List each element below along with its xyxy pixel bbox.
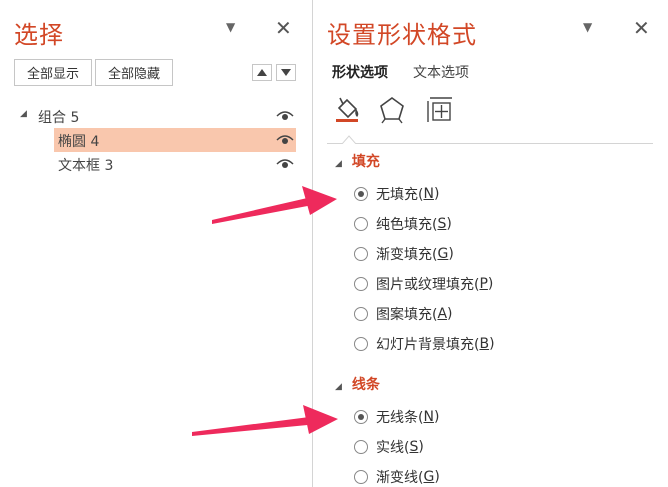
pane-options-icon[interactable]: ▼ — [226, 20, 235, 34]
line-section-header[interactable]: ◢ 线条 — [335, 374, 380, 394]
tree-item-label: 组合 5 — [38, 110, 80, 126]
collapse-triangle-icon: ◢ — [335, 159, 342, 169]
picture-texture-fill-radio[interactable]: 图片或纹理填充(P) — [354, 273, 493, 295]
tab-separator — [327, 143, 653, 144]
radio-button[interactable] — [354, 187, 368, 201]
line-heading: 线条 — [351, 377, 380, 393]
tree-item-label: 椭圆 4 — [58, 134, 100, 150]
selection-pane: 选择 ▼ ✕ 全部显示 全部隐藏 ◢ 组合 5 椭圆 4 文本框 3 — [0, 0, 312, 487]
radio-button[interactable] — [354, 217, 368, 231]
close-icon[interactable]: ✕ — [275, 18, 292, 38]
collapse-triangle-icon: ◢ — [335, 382, 342, 392]
format-pane-title: 设置形状格式 — [327, 21, 477, 49]
collapse-triangle-icon[interactable]: ◢ — [20, 109, 27, 119]
close-icon[interactable]: ✕ — [633, 18, 650, 38]
tree-item-group[interactable]: ◢ 组合 5 — [0, 104, 312, 128]
format-shape-pane: 设置形状格式 ▼ ✕ 形状选项 文本选项 ◢ 填充 无填充(N) 纯色填充(S) — [313, 0, 668, 487]
tab-shape-options[interactable]: 形状选项 — [332, 62, 388, 82]
radio-button[interactable] — [354, 337, 368, 351]
eye-icon[interactable] — [276, 134, 294, 145]
tab-text-options[interactable]: 文本选项 — [413, 62, 469, 82]
gradient-line-radio[interactable]: 渐变线(G) — [354, 466, 440, 487]
solid-fill-radio[interactable]: 纯色填充(S) — [354, 213, 452, 235]
hide-all-button[interactable]: 全部隐藏 — [95, 59, 173, 86]
slide-background-fill-radio[interactable]: 幻灯片背景填充(B) — [354, 333, 495, 355]
radio-button[interactable] — [354, 277, 368, 291]
fill-heading: 填充 — [351, 154, 380, 170]
arrow-down-icon — [281, 69, 291, 76]
solid-line-radio[interactable]: 实线(S) — [354, 436, 424, 458]
radio-button[interactable] — [354, 440, 368, 454]
radio-button[interactable] — [354, 247, 368, 261]
size-properties-icon[interactable] — [424, 94, 454, 124]
no-fill-radio[interactable]: 无填充(N) — [354, 183, 439, 205]
radio-button[interactable] — [354, 470, 368, 484]
tree-item-ellipse[interactable]: 椭圆 4 — [0, 128, 312, 152]
radio-button[interactable] — [354, 410, 368, 424]
bring-forward-button[interactable] — [252, 64, 272, 81]
selection-pane-title: 选择 — [14, 21, 64, 49]
fill-section-header[interactable]: ◢ 填充 — [335, 151, 380, 171]
tree-item-label: 文本框 3 — [58, 158, 114, 174]
pattern-fill-radio[interactable]: 图案填充(A) — [354, 303, 453, 325]
radio-button[interactable] — [354, 307, 368, 321]
pane-options-icon[interactable]: ▼ — [583, 20, 592, 34]
eye-icon[interactable] — [276, 110, 294, 121]
no-line-radio[interactable]: 无线条(N) — [354, 406, 439, 428]
send-backward-button[interactable] — [276, 64, 296, 81]
fill-line-icon[interactable] — [333, 94, 363, 124]
arrow-up-icon — [257, 69, 267, 76]
tree-item-textbox[interactable]: 文本框 3 — [0, 152, 312, 176]
effects-pentagon-icon[interactable] — [377, 94, 407, 124]
show-all-button[interactable]: 全部显示 — [14, 59, 92, 86]
active-tab-caret — [342, 135, 356, 144]
gradient-fill-radio[interactable]: 渐变填充(G) — [354, 243, 454, 265]
eye-icon[interactable] — [276, 158, 294, 169]
